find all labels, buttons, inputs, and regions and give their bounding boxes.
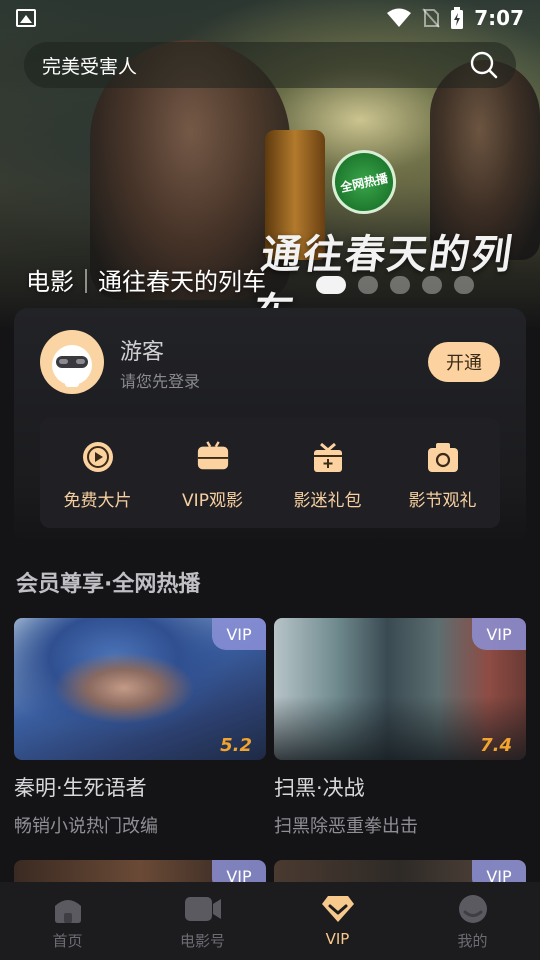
wifi-icon <box>387 8 412 27</box>
guest-avatar-icon <box>52 345 92 387</box>
movie-score: 7.4 <box>480 735 512 756</box>
movie-card-4[interactable]: VIP <box>274 860 526 882</box>
nav-label: VIP <box>325 930 350 948</box>
feature-festival[interactable]: 影节观礼 <box>385 418 500 528</box>
play-icon <box>81 440 115 474</box>
vip-tag: VIP <box>472 618 526 650</box>
search-query[interactable]: 完美受害人 <box>42 52 137 79</box>
username: 游客 <box>120 340 165 365</box>
status-time: 7:07 <box>474 6 524 30</box>
bottom-nav: 首页 电影号 VIP 我的 <box>0 882 540 960</box>
vip-tag: VIP <box>212 618 266 650</box>
feature-vip-watch[interactable]: VIP观影 <box>155 418 270 528</box>
movie-poster[interactable]: VIP 5.2 <box>14 618 266 760</box>
movie-poster[interactable]: VIP 7.4 <box>274 618 526 760</box>
nav-vip[interactable]: VIP <box>270 882 405 960</box>
search-icon[interactable] <box>470 51 498 79</box>
movie-card-2[interactable]: VIP 7.4 扫黑·决战 扫黑除恶重拳出击 <box>274 618 526 838</box>
member-card: 游客 请您先登录 开通 免费大片 VIP观影 影迷礼包 影节观礼 <box>14 308 526 544</box>
video-icon <box>184 897 221 921</box>
login-hint[interactable]: 请您先登录 <box>120 368 200 392</box>
vip-diamond-icon <box>321 896 354 922</box>
avatar[interactable] <box>40 330 104 394</box>
feature-panel: 免费大片 VIP观影 影迷礼包 影节观礼 <box>40 418 500 528</box>
battery-charging-icon <box>451 7 464 29</box>
image-notification-icon <box>16 9 36 27</box>
feature-free-movies[interactable]: 免费大片 <box>40 418 155 528</box>
nav-label: 电影号 <box>179 932 225 950</box>
movie-poster[interactable]: VIP <box>274 860 526 882</box>
feature-label: 影节观礼 <box>408 491 477 511</box>
nav-home[interactable]: 首页 <box>0 882 135 960</box>
feature-label: 影迷礼包 <box>293 491 362 511</box>
movie-title: 扫黑·决战 <box>274 776 365 800</box>
banner-dot-2[interactable] <box>358 276 378 294</box>
search-bar[interactable]: 完美受害人 <box>24 42 516 88</box>
open-vip-button[interactable]: 开通 <box>428 342 500 382</box>
hot-badge: 全网热播 <box>326 144 402 220</box>
banner-dot-3[interactable] <box>390 276 410 294</box>
nav-label: 我的 <box>457 932 488 950</box>
nav-label: 首页 <box>52 932 83 950</box>
gift-icon <box>311 440 345 474</box>
section-title: 会员尊享·全网热播 <box>16 572 201 597</box>
vip-tag: VIP <box>472 860 526 882</box>
movie-title: 秦明·生死语者 <box>14 776 147 800</box>
movie-description: 扫黑除恶重拳出击 <box>274 816 418 837</box>
banner-dot-4[interactable] <box>422 276 442 294</box>
banner-caption: 电影｜通往春天的列车 <box>26 268 266 296</box>
movie-card-1[interactable]: VIP 5.2 秦明·生死语者 畅销小说热门改编 <box>14 618 266 838</box>
camera-icon <box>426 440 460 474</box>
tv-icon <box>196 440 230 474</box>
banner-pagination[interactable] <box>316 276 474 294</box>
feature-label: VIP观影 <box>182 491 243 511</box>
movie-card-3[interactable]: VIP <box>14 860 266 882</box>
banner-dot-5[interactable] <box>454 276 474 294</box>
vip-tag: VIP <box>212 860 266 882</box>
banner-dot-1[interactable] <box>316 276 346 294</box>
movie-description: 畅销小说热门改编 <box>14 816 158 837</box>
home-icon <box>54 900 81 923</box>
feature-label: 免费大片 <box>63 491 132 511</box>
no-sim-icon <box>422 8 440 28</box>
profile-icon <box>458 895 487 923</box>
movie-poster[interactable]: VIP <box>14 860 266 882</box>
movie-score: 5.2 <box>220 735 252 756</box>
feature-fan-gift[interactable]: 影迷礼包 <box>270 418 385 528</box>
nav-movie-account[interactable]: 电影号 <box>135 882 270 960</box>
nav-profile[interactable]: 我的 <box>405 882 540 960</box>
status-bar: 7:07 <box>0 0 540 36</box>
